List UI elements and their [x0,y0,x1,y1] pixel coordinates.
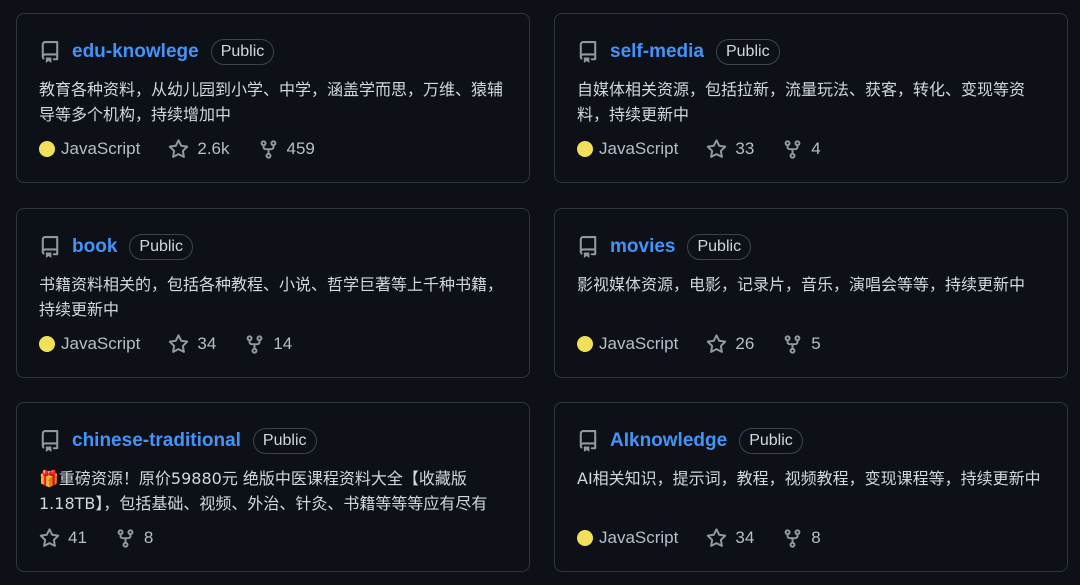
fork-count: 5 [811,334,821,353]
star-icon [707,138,727,158]
repo-header: edu-knowlege Public [39,38,275,66]
language-label: JavaScript [599,334,679,353]
star-icon [707,333,727,353]
star-count: 2.6k [197,139,230,158]
forks-link[interactable]: 459 [258,139,315,160]
stargazers-link[interactable]: 34 [706,527,755,549]
repo-card: edu-knowlege Public 教育各种资料，从幼儿园到小学、中学，涵盖… [16,13,530,183]
forks-link[interactable]: 5 [782,334,821,355]
repo-name-link[interactable]: edu-knowlege [72,41,199,63]
fork-count: 459 [286,139,315,158]
language-color-dot [577,141,593,157]
fork-count: 4 [811,139,821,158]
repo-card: chinese-traditional Public 🎁重磅资源！原价59880… [16,402,530,572]
forks-link[interactable]: 8 [782,528,821,549]
repo-meta: JavaScript 2.6k 459 [39,137,343,161]
forks-link[interactable]: 8 [115,528,153,549]
stargazers-link[interactable]: 33 [706,138,755,160]
visibility-badge: Public [715,39,780,65]
language: JavaScript [577,334,678,354]
repo-name-link[interactable]: movies [610,236,675,258]
stargazers-link[interactable]: 41 [39,527,87,549]
repo-icon [39,236,61,258]
star-count: 41 [68,528,87,547]
language-color-dot [577,530,593,546]
repo-meta: JavaScript 34 14 [39,332,320,356]
repo-name-link[interactable]: self-media [610,41,704,63]
visibility-badge: Public [210,39,275,65]
repo-header: chinese-traditional Public [39,427,317,455]
language-color-dot [577,336,593,352]
star-icon [707,527,727,547]
repo-header: movies Public [577,233,752,261]
repo-meta: JavaScript 34 8 [577,526,849,550]
repo-icon [39,430,61,452]
repo-header: book Public [39,233,193,261]
repo-icon [577,236,599,258]
visibility-badge: Public [739,428,803,454]
fork-icon [784,528,801,548]
star-count: 34 [735,528,755,547]
fork-count: 8 [811,528,821,547]
forks-link[interactable]: 4 [782,139,821,160]
language-color-dot [39,141,55,157]
star-icon [169,138,189,158]
fork-icon [260,139,276,159]
pinned-repos-grid: edu-knowlege Public 教育各种资料，从幼儿园到小学、中学，涵盖… [0,0,1080,585]
repo-meta: JavaScript 26 5 [577,332,849,356]
language-label: JavaScript [61,139,141,158]
repo-meta: JavaScript 33 4 [577,137,849,161]
repo-icon [577,430,599,452]
language: JavaScript [39,139,140,159]
star-icon [169,333,189,353]
repo-description: 🎁重磅资源！原价59880元 绝版中医课程资料大全【收藏版1.18TB】，包括基… [39,469,488,513]
language: JavaScript [577,139,678,159]
repo-header: self-media Public [577,38,780,66]
star-count: 34 [197,334,217,353]
language-label: JavaScript [599,139,679,158]
star-count: 33 [735,139,755,158]
repo-card: movies Public 影视媒体资源，电影，记录片，音乐，演唱会等等，持续更… [554,208,1068,378]
repo-card: book Public 书籍资料相关的，包括各种教程、小说、哲学巨著等上千种书籍… [16,208,530,378]
repo-icon [39,41,61,63]
repo-name-link[interactable]: AIknowledge [610,430,727,452]
visibility-badge: Public [252,428,317,454]
star-count: 26 [735,334,755,353]
repo-card: self-media Public 自媒体相关资源，包括拉新，流量玩法、获客，转… [554,13,1068,183]
stargazers-link[interactable]: 2.6k [168,138,230,160]
stargazers-link[interactable]: 34 [168,333,217,355]
visibility-badge: Public [129,234,193,260]
language-label: JavaScript [599,528,679,547]
language-color-dot [39,336,55,352]
language-label: JavaScript [61,334,141,353]
repo-name-link[interactable]: chinese-traditional [72,430,241,452]
fork-icon [246,334,263,354]
fork-icon [784,334,801,354]
repo-header: AIknowledge Public [577,427,803,455]
language: JavaScript [577,528,678,548]
repo-card: AIknowledge Public AI相关知识，提示词，教程，视频教程，变现… [554,402,1068,572]
forks-link[interactable]: 14 [244,334,292,355]
repo-description: 自媒体相关资源，包括拉新，流量玩法、获客，转化、变现等资料，持续更新中 [577,80,1026,124]
repo-description: 影视媒体资源，电影，记录片，音乐，演唱会等等，持续更新中 [577,275,1026,294]
fork-icon [117,528,134,548]
repo-description: 教育各种资料，从幼儿园到小学、中学，涵盖学而思，万维、猿辅导等多个机构，持续增加… [39,80,504,124]
fork-count: 8 [143,528,154,547]
repo-description: 书籍资料相关的，包括各种教程、小说、哲学巨著等上千种书籍，持续更新中 [39,275,504,319]
repo-meta: 41 8 [39,526,181,550]
fork-icon [784,139,801,159]
language: JavaScript [39,334,140,354]
visibility-badge: Public [687,234,752,260]
repo-icon [577,41,599,63]
fork-count: 14 [273,334,293,353]
repo-name-link[interactable]: book [72,236,117,258]
repo-description: AI相关知识，提示词，教程，视频教程，变现课程等，持续更新中 [577,469,1041,488]
star-icon [39,527,60,547]
stargazers-link[interactable]: 26 [706,333,755,355]
